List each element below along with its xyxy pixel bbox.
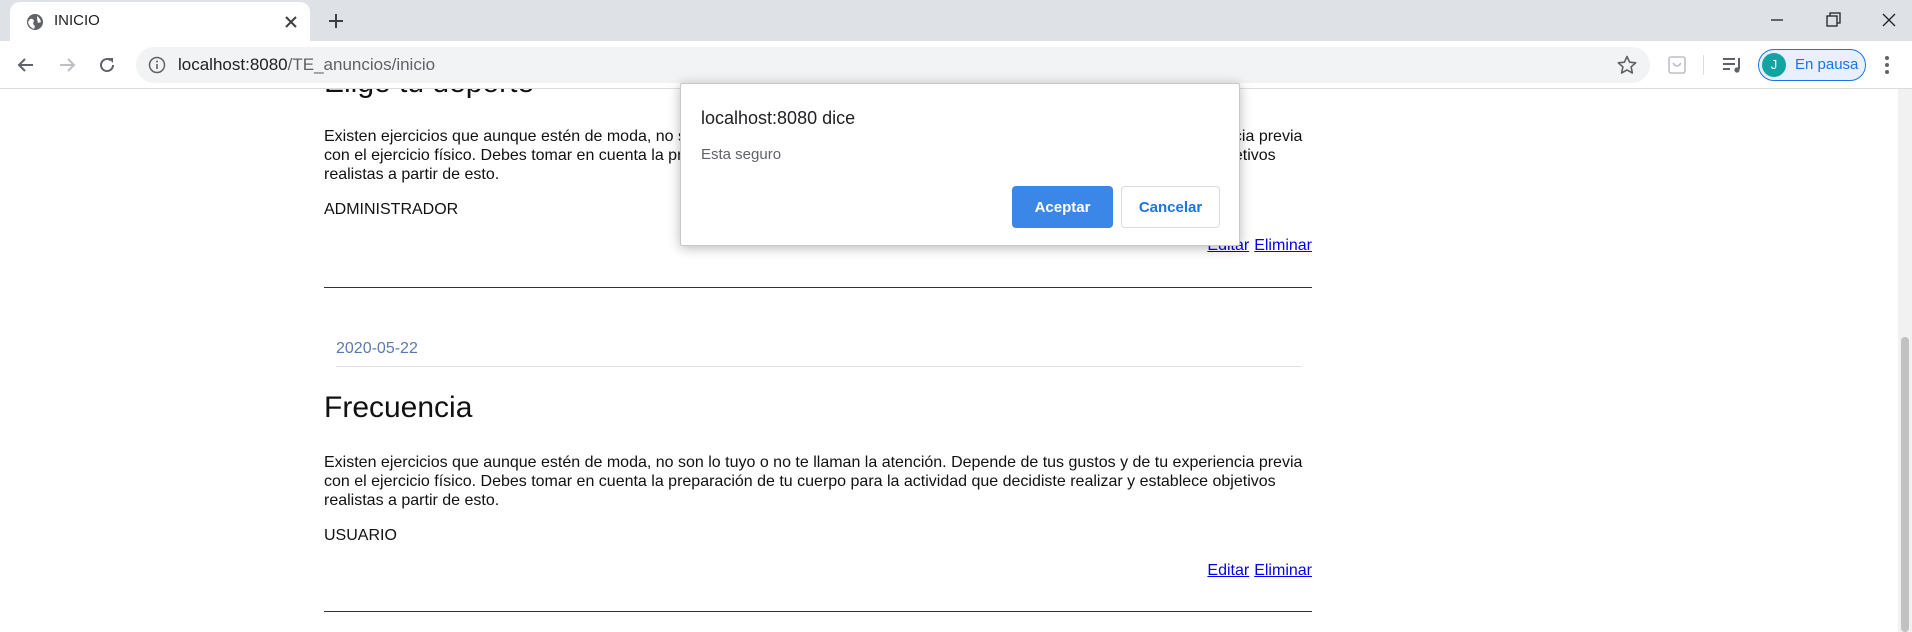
info-icon[interactable]: [148, 56, 166, 74]
reload-icon[interactable]: [95, 53, 119, 77]
post-title: Elige tu deporte: [324, 89, 534, 100]
profile-status-label: En pausa: [1795, 56, 1859, 73]
delete-link[interactable]: Eliminar: [1254, 237, 1312, 254]
close-window-icon[interactable]: [1877, 8, 1901, 32]
delete-link[interactable]: Eliminar: [1254, 562, 1312, 579]
browser-toolbar: localhost:8080/TE_anuncios/inicio J En p…: [0, 41, 1912, 89]
browser-tab[interactable]: INICIO: [10, 2, 310, 41]
url-text[interactable]: localhost:8080/TE_anuncios/inicio: [178, 55, 435, 75]
restore-icon[interactable]: [1821, 8, 1845, 32]
scrollbar-thumb[interactable]: [1901, 337, 1909, 632]
post-actions: Editar Eliminar: [1202, 562, 1312, 580]
extension-icon[interactable]: [1666, 53, 1688, 77]
new-tab-icon[interactable]: [326, 11, 346, 31]
post-date: 2020-05-22: [336, 340, 418, 357]
tab-strip: INICIO: [0, 0, 1912, 41]
post-divider: [324, 287, 1312, 288]
edit-link[interactable]: Editar: [1207, 562, 1249, 579]
post-divider: [324, 611, 1312, 612]
date-divider: [336, 366, 1302, 367]
forward-arrow-icon[interactable]: [55, 53, 79, 77]
tab-title: INICIO: [54, 12, 100, 29]
dialog-title: localhost:8080 dice: [701, 108, 856, 128]
toolbar-separator: [1703, 55, 1704, 75]
avatar: J: [1762, 53, 1786, 77]
dialog-message: Esta seguro: [701, 146, 782, 163]
back-arrow-icon[interactable]: [14, 53, 38, 77]
bookmark-star-icon[interactable]: [1616, 54, 1638, 76]
post-title: Frecuencia: [324, 391, 473, 424]
minimize-icon[interactable]: [1765, 8, 1789, 32]
globe-icon: [27, 14, 43, 30]
confirm-dialog: localhost:8080 dice Esta seguro Aceptar …: [680, 83, 1240, 246]
profile-button[interactable]: J En pausa: [1758, 49, 1866, 81]
post-body: Existen ejercicios que aunque estén de m…: [324, 454, 1303, 509]
post-author-role: USUARIO: [324, 527, 397, 544]
post-author-role: ADMINISTRADOR: [324, 201, 459, 218]
close-tab-icon[interactable]: [282, 13, 300, 31]
more-menu-icon[interactable]: [1884, 55, 1890, 75]
media-controls-icon[interactable]: [1720, 53, 1744, 77]
cancel-button[interactable]: Cancelar: [1121, 186, 1220, 228]
address-bar[interactable]: localhost:8080/TE_anuncios/inicio: [136, 47, 1650, 83]
vertical-scrollbar[interactable]: [1898, 89, 1912, 632]
accept-button[interactable]: Aceptar: [1012, 186, 1113, 228]
